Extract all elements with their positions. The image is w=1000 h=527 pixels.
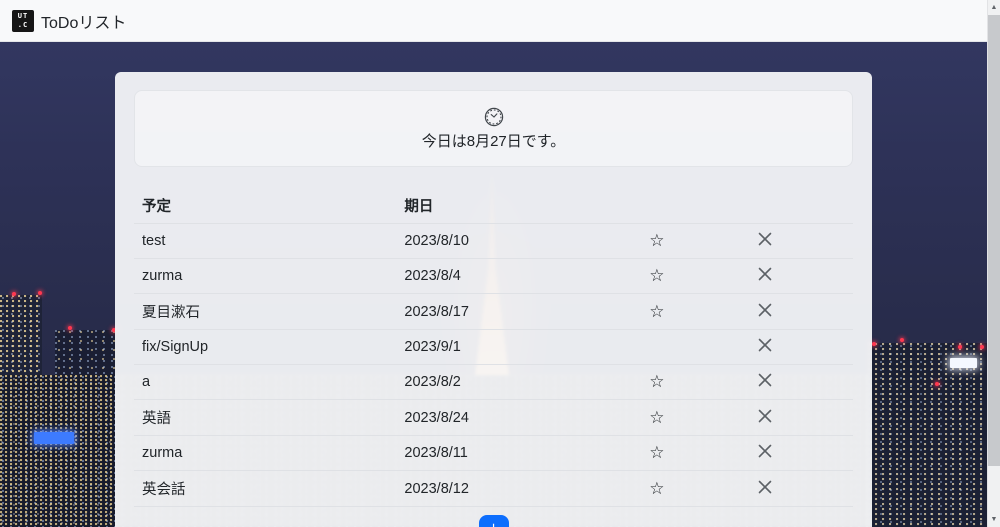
close-icon [757, 302, 773, 318]
aviation-light [980, 345, 984, 349]
delete-button[interactable] [753, 372, 777, 388]
task-cell: 夏目漱石 [134, 294, 396, 330]
close-icon [757, 372, 773, 388]
due-cell: 2023/8/17 [396, 294, 637, 330]
delete-button[interactable] [753, 408, 777, 424]
table-header-row: 予定 期日 [134, 188, 853, 224]
todo-row: 夏目漱石 2023/8/17 ☆ [134, 294, 853, 330]
due-cell: 2023/8/2 [396, 365, 637, 400]
close-icon [757, 231, 773, 247]
header-star [637, 188, 745, 224]
due-cell: 2023/8/12 [396, 471, 637, 507]
card-footer: + [134, 507, 853, 527]
clock-icon [484, 107, 504, 127]
task-cell: a [134, 365, 396, 400]
todo-row: a 2023/8/2 ☆ [134, 365, 853, 400]
aviation-light [12, 292, 16, 296]
star-button[interactable]: ☆ [645, 373, 668, 390]
close-icon [757, 266, 773, 282]
task-cell: zurma [134, 259, 396, 294]
todo-row: zurma 2023/8/4 ☆ [134, 259, 853, 294]
todo-row: fix/SignUp 2023/9/1 [134, 330, 853, 365]
aviation-light [68, 326, 72, 330]
todo-row: zurma 2023/8/11 ☆ [134, 436, 853, 471]
due-cell: 2023/9/1 [396, 330, 637, 365]
todo-row: 英語 2023/8/24 ☆ [134, 400, 853, 436]
task-cell: 英語 [134, 400, 396, 436]
header-due: 期日 [396, 188, 637, 224]
star-button[interactable]: ☆ [645, 267, 668, 284]
star-button[interactable]: ☆ [645, 480, 668, 497]
star-button[interactable]: ☆ [645, 444, 668, 461]
scrollbar-up-arrow[interactable]: ▲ [988, 0, 1000, 15]
delete-button[interactable] [753, 479, 777, 495]
delete-button[interactable] [753, 302, 777, 318]
logo-line1: UT [18, 12, 28, 21]
today-banner: 今日は8月27日です。 [134, 90, 853, 167]
due-cell: 2023/8/11 [396, 436, 637, 471]
utcode-logo-icon: UT .C [12, 10, 34, 32]
delete-button[interactable] [753, 443, 777, 459]
app-title[interactable]: ToDoリスト [41, 9, 126, 33]
close-icon [757, 443, 773, 459]
delete-button[interactable] [753, 266, 777, 282]
todo-card: 今日は8月27日です。 予定 期日 test 2023/8/10 ☆ [115, 72, 872, 527]
delete-button[interactable] [753, 337, 777, 353]
lit-sign-blue [34, 432, 74, 444]
logo-line2: .C [18, 21, 28, 30]
navbar: UT .C ToDoリスト [0, 0, 987, 42]
delete-button[interactable] [753, 231, 777, 247]
aviation-light [900, 338, 904, 342]
due-cell: 2023/8/24 [396, 400, 637, 436]
star-button[interactable]: ☆ [645, 303, 668, 320]
close-icon [757, 479, 773, 495]
aviation-light [958, 345, 962, 349]
task-cell: 英会話 [134, 471, 396, 507]
todo-row: test 2023/8/10 ☆ [134, 224, 853, 259]
aviation-light [935, 382, 939, 386]
header-task: 予定 [134, 188, 396, 224]
todo-table: 予定 期日 test 2023/8/10 ☆ zurma 2023/8/4 ☆ [134, 188, 853, 507]
task-cell: test [134, 224, 396, 259]
building-right [868, 343, 987, 527]
todo-row: 英会話 2023/8/12 ☆ [134, 471, 853, 507]
vertical-scrollbar[interactable]: ▲ ▼ [987, 0, 1000, 527]
header-delete [745, 188, 853, 224]
scrollbar-thumb[interactable] [988, 15, 1000, 466]
star-button[interactable]: ☆ [645, 409, 668, 426]
close-icon [757, 337, 773, 353]
aviation-light [872, 342, 876, 346]
due-cell: 2023/8/4 [396, 259, 637, 294]
task-cell: fix/SignUp [134, 330, 396, 365]
add-todo-button[interactable]: + [479, 515, 509, 527]
close-icon [757, 408, 773, 424]
lit-sign-white [950, 358, 977, 368]
star-button[interactable]: ☆ [645, 232, 668, 249]
today-text: 今日は8月27日です。 [422, 130, 566, 151]
scrollbar-down-arrow[interactable]: ▼ [988, 512, 1000, 527]
due-cell: 2023/8/10 [396, 224, 637, 259]
aviation-light [38, 291, 42, 295]
task-cell: zurma [134, 436, 396, 471]
